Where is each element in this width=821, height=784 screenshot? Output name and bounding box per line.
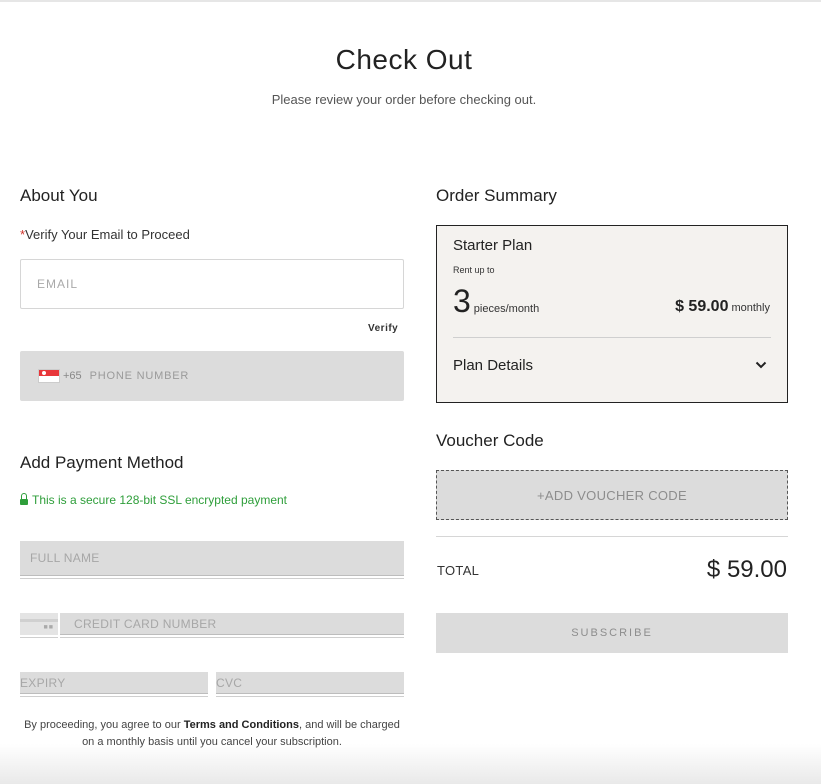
total-divider: [436, 536, 788, 537]
credit-card-number-field[interactable]: [74, 613, 404, 634]
verify-email-instruction: *Verify Your Email to Proceed: [20, 227, 190, 242]
verify-email-text: Verify Your Email to Proceed: [25, 227, 190, 242]
subscribe-button[interactable]: SUBSCRIBE: [436, 613, 788, 653]
plan-name: Starter Plan: [453, 237, 533, 254]
expiry-field[interactable]: [20, 672, 208, 693]
top-divider: [0, 0, 821, 2]
card-number-container: [60, 613, 404, 635]
country-code: +65: [63, 370, 82, 382]
secure-payment-note: This is a secure 128-bit SSL encrypted p…: [20, 492, 288, 507]
rent-label: Rent up to: [453, 265, 495, 275]
cvc-underline: [216, 696, 404, 697]
voucher-heading: Voucher Code: [436, 431, 544, 450]
cvc-container: [216, 672, 404, 694]
plan-card: Starter Plan Rent up to 3 pieces/month $…: [436, 225, 788, 403]
plan-price: $ 59.00 monthly: [675, 298, 770, 316]
credit-card-icon: ■■: [20, 613, 58, 635]
order-summary-heading: Order Summary: [436, 186, 557, 205]
phone-number-field[interactable]: [89, 351, 404, 401]
chevron-down-icon[interactable]: [755, 359, 767, 371]
pieces-unit: pieces/month: [473, 303, 540, 315]
email-field[interactable]: [21, 260, 403, 308]
pieces-count: 3: [453, 283, 471, 319]
full-name-container: [20, 541, 404, 576]
plan-details-toggle[interactable]: Plan Details: [453, 357, 533, 374]
phone-field-container: +65: [20, 351, 404, 401]
total-value: $ 59.00: [706, 556, 787, 583]
secure-payment-text: This is a secure 128-bit SSL encrypted p…: [32, 493, 288, 507]
singapore-flag-icon[interactable]: [38, 369, 60, 383]
expiry-underline: [20, 696, 208, 697]
lock-icon: [20, 492, 28, 505]
expiry-container: [20, 672, 208, 694]
page-subtitle: Please review your order before checking…: [271, 92, 537, 107]
terms-link[interactable]: Terms and Conditions: [184, 719, 299, 731]
cvc-field[interactable]: [216, 672, 404, 693]
total-label: TOTAL: [437, 563, 480, 578]
add-voucher-button[interactable]: +ADD VOUCHER CODE: [436, 470, 788, 520]
verify-link[interactable]: Verify: [368, 323, 398, 334]
legal-prefix: By proceeding, you agree to our: [24, 719, 184, 731]
page-header: Check Out Please review your order befor…: [0, 44, 808, 107]
page-title: Check Out: [335, 44, 473, 75]
full-name-underline: [20, 578, 404, 579]
payment-heading: Add Payment Method: [20, 453, 184, 472]
about-you-heading: About You: [20, 186, 98, 205]
bottom-fade: [0, 744, 821, 784]
card-icon-underline: [20, 637, 58, 638]
plan-divider: [453, 337, 771, 338]
pieces-per-month: 3 pieces/month: [453, 284, 539, 318]
email-field-container: [20, 259, 404, 309]
plan-price-period: monthly: [731, 302, 770, 314]
full-name-field[interactable]: [30, 541, 404, 575]
card-number-underline: [60, 637, 404, 638]
plan-price-amount: $ 59.00: [675, 298, 729, 315]
